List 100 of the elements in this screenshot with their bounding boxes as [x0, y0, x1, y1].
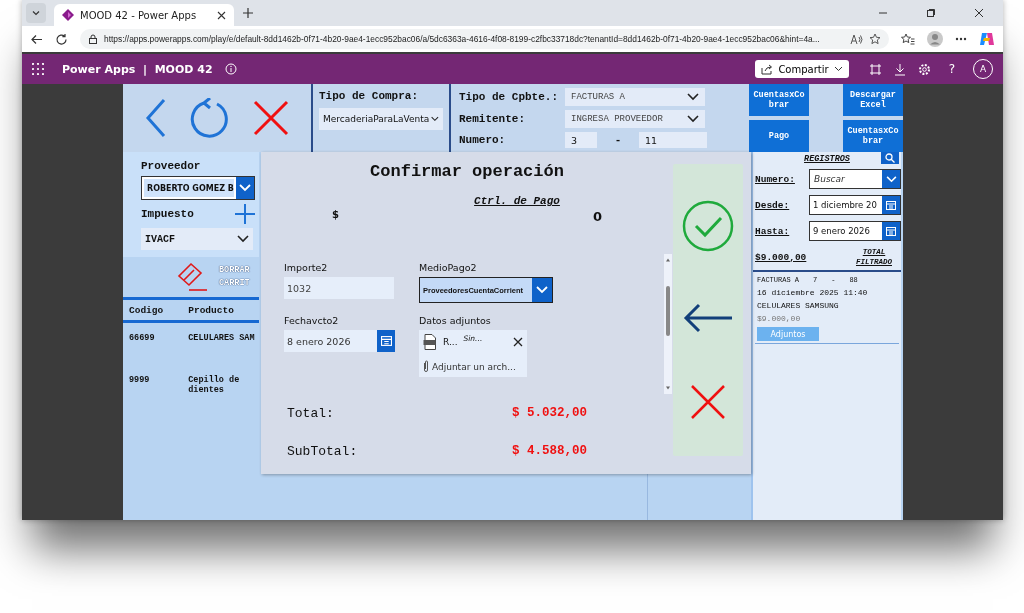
sender-dropdown[interactable]: INGRESA PROVEEDOR [565, 110, 705, 128]
supplier-combobox[interactable]: ROBERTO GOMEZ B [141, 176, 255, 200]
info-icon[interactable] [224, 63, 237, 75]
chevron-down-icon [687, 115, 699, 123]
fit-screen-icon[interactable] [868, 62, 882, 76]
download-icon[interactable] [893, 62, 906, 76]
field-label: Numero: [459, 134, 507, 146]
action-button[interactable]: Descargar Excel [843, 84, 903, 116]
back-icon[interactable] [30, 32, 43, 46]
add-icon[interactable] [235, 204, 255, 224]
total-amount: $ 5.032,00 [512, 406, 587, 420]
field-label: Tipo de Cpbte.: [459, 91, 559, 103]
chevron-down-icon [536, 286, 548, 294]
field-label: Remitente: [459, 113, 526, 125]
chevron-down-icon [885, 175, 897, 183]
subtotal-label: SubTotal: [287, 443, 358, 459]
field-label: Tipo de Compra: [319, 90, 420, 102]
field-label: Impuesto [141, 208, 194, 220]
back-arrow-icon[interactable] [683, 303, 733, 333]
payment-check-title: Ctrl. de Pago [474, 195, 560, 207]
table-cell-text: CELULARES SAM [188, 333, 256, 343]
action-button[interactable]: CuentasxCobrar [843, 120, 903, 152]
new-tab-icon[interactable] [242, 7, 254, 19]
table-cell-text: 66699 [128, 333, 156, 343]
field-label: Datos adjuntos [419, 315, 492, 326]
field-label: Fechavcto2 [284, 315, 340, 326]
address-bar[interactable]: https://apps.powerapps.com/play/e/default-8dd1462b-0f71-4b20-9ae4-1ecc952bac06/a/5dc6363a-4616-4f08-8199-c2fbc33718dc?tenantId=8dd1462b-0f71-4b20-9ae4-1ecc952bac06&hint=4a... [80, 29, 889, 49]
close-icon[interactable] [974, 8, 984, 18]
subtotal-amount: $ 4.588,00 [512, 444, 587, 458]
action-button[interactable]: CuentasxCobrar [749, 84, 809, 116]
calendar-icon [886, 200, 896, 210]
share-icon [761, 63, 774, 75]
voucher-type-dropdown[interactable]: FACTURAS A [565, 88, 705, 106]
search-button[interactable] [881, 152, 899, 164]
total-label: Total: [287, 405, 334, 421]
date-from-picker[interactable]: 1 diciembre 20 [809, 195, 901, 215]
more-icon[interactable] [955, 37, 967, 41]
profile-icon[interactable] [927, 31, 943, 47]
read-aloud-icon[interactable] [850, 33, 863, 45]
cancel-icon[interactable] [690, 384, 726, 421]
calendar-icon [886, 226, 896, 236]
file-name[interactable]: R... [443, 337, 458, 347]
number-field[interactable]: 11 [639, 132, 707, 148]
paperclip-icon [423, 360, 429, 373]
chevron-down-icon [833, 66, 843, 72]
scroll-down-icon[interactable] [665, 385, 671, 391]
record-date: 16 diciembre 2025 11:40 [757, 288, 869, 297]
settings-icon[interactable] [917, 62, 931, 76]
table-cell-text: 9999 [128, 375, 151, 385]
dialog-title: Confirmar operación [370, 162, 564, 181]
number-prefix-field[interactable]: 3 [565, 132, 597, 148]
refresh-icon[interactable] [55, 32, 68, 46]
purchase-type-dropdown[interactable]: MercaderiaParaLaVenta [319, 108, 443, 130]
share-button[interactable]: Compartir [755, 60, 849, 78]
app-launcher-icon[interactable] [32, 63, 44, 75]
eraser-icon[interactable] [177, 262, 209, 292]
pdf-file-icon [423, 334, 437, 350]
payment-check-value: 0 [592, 209, 602, 224]
field-label: Desde: [755, 199, 790, 211]
scroll-up-icon[interactable] [665, 257, 671, 263]
tab-list-button[interactable] [26, 3, 46, 23]
tab-title: MOOD 42 - Power Apps [80, 9, 198, 21]
attach-file-link[interactable]: Adjuntar un arch... [432, 361, 516, 372]
tax-dropdown[interactable]: IVACF [141, 228, 253, 250]
chevron-down-icon [431, 115, 439, 123]
number-separator: - [613, 134, 623, 146]
field-label: Proveedor [141, 160, 202, 172]
chevron-down-icon [687, 93, 699, 101]
favorites-icon[interactable] [901, 33, 915, 45]
calendar-icon [380, 336, 392, 346]
search-icon [885, 153, 895, 163]
column-header: Producto [188, 304, 235, 316]
star-icon[interactable] [869, 33, 881, 45]
help-button[interactable]: ? [948, 62, 955, 76]
column-header: Codigo [128, 304, 165, 316]
section-title: REGISTROS [804, 154, 850, 164]
copilot-icon[interactable] [979, 31, 995, 47]
due-date-picker[interactable]: 8 enero 2026 [284, 330, 395, 352]
date-to-picker[interactable]: 9 enero 2026 [809, 221, 901, 241]
total-amount: $9.000,00 [755, 251, 807, 263]
field-label: Hasta: [755, 225, 790, 237]
field-label: MedioPago2 [419, 262, 478, 273]
currency-symbol: $ [332, 209, 339, 222]
field-label: Numero: [755, 173, 795, 185]
amount-field[interactable]: 1032 [284, 277, 394, 299]
chevron-down-icon [237, 235, 249, 243]
app-logo-icon [62, 9, 74, 21]
lock-icon [88, 34, 98, 44]
cancel-icon[interactable] [253, 100, 290, 136]
table-cell-text: Cepillo de dientes [188, 375, 241, 395]
scrollbar[interactable] [664, 254, 672, 394]
app-title: Power Apps | MOOD 42 [62, 62, 213, 76]
chevron-down-icon [238, 184, 251, 192]
close-icon[interactable] [217, 10, 226, 20]
field-label: Importe2 [284, 262, 329, 273]
browser-tab[interactable]: MOOD 42 - Power Apps [54, 4, 234, 26]
number-search-dropdown[interactable]: Buscar [809, 169, 901, 189]
action-button[interactable]: Pago [749, 120, 809, 152]
remove-icon[interactable] [513, 337, 523, 347]
restore-icon[interactable] [926, 8, 936, 18]
